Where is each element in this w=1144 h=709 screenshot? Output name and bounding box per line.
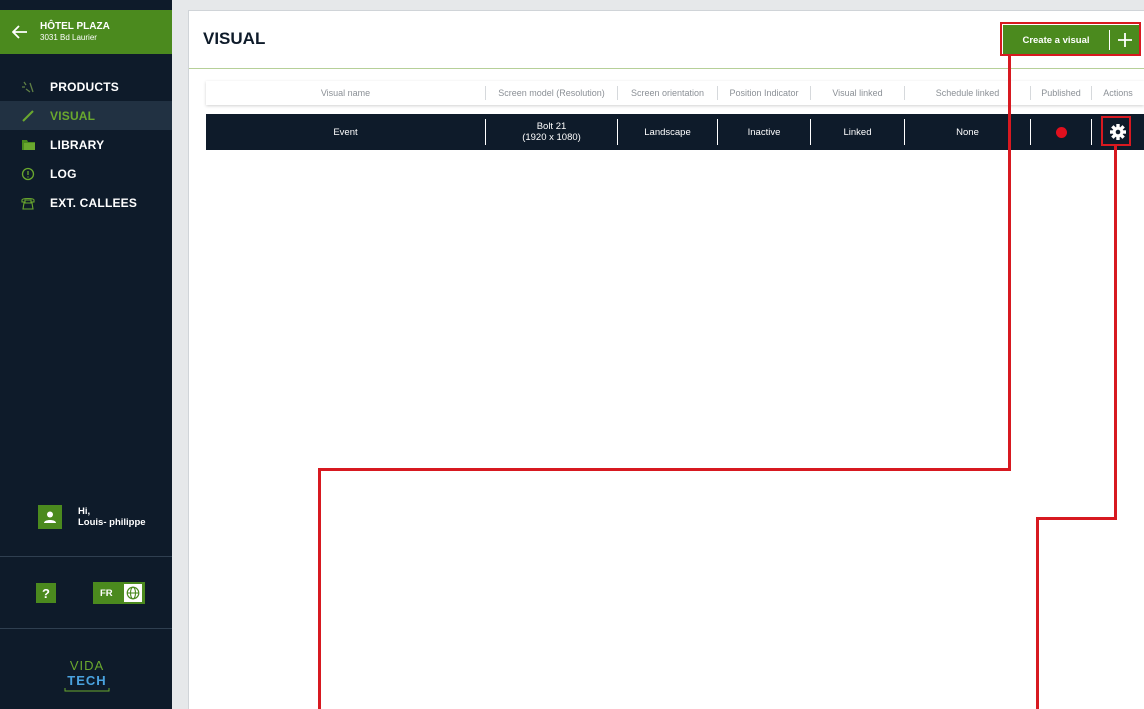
- visual-linked: Linked: [843, 126, 872, 138]
- create-button-highlight: [1000, 22, 1141, 56]
- column-position-indicator[interactable]: Position Indicator: [718, 86, 811, 100]
- folder-icon: [20, 137, 36, 153]
- cell-visual-name: Event: [206, 119, 486, 145]
- brand-line-1: VIDA: [70, 658, 104, 673]
- position-indicator: Inactive: [747, 126, 781, 138]
- globe-icon: [124, 584, 142, 602]
- hotel-address: 3031 Bd Laurier: [40, 33, 97, 42]
- title-underline: [189, 68, 1144, 69]
- callout-line: [1036, 517, 1039, 709]
- sidebar-item-label: LIBRARY: [50, 137, 105, 152]
- cell-schedule-linked: None: [905, 119, 1031, 145]
- cell-orientation: Landscape: [618, 119, 718, 145]
- table-header: Visual name Screen model (Resolution) Sc…: [206, 81, 1144, 105]
- alert-circle-icon: [20, 166, 36, 182]
- divider: [0, 628, 172, 629]
- callout-line: [1114, 146, 1117, 520]
- user-greeting: Hi,: [78, 506, 91, 517]
- user-name: Louis- philippe: [78, 517, 146, 528]
- column-actions: Actions: [1103, 88, 1133, 98]
- screen-resolution: (1920 x 1080): [522, 132, 581, 143]
- visual-name: Event: [333, 126, 358, 138]
- sidebar-item-label: LOG: [50, 166, 77, 181]
- sidebar-item-products[interactable]: PRODUCTS: [0, 72, 172, 101]
- user-icon: [44, 511, 56, 523]
- column-schedule-linked[interactable]: Schedule linked: [905, 86, 1031, 100]
- sidebar-item-library[interactable]: LIBRARY: [0, 130, 172, 159]
- hotel-name: HÔTEL PLAZA: [40, 21, 110, 32]
- column-visual-name[interactable]: Visual name: [206, 86, 486, 100]
- settings-button-highlight: [1101, 116, 1131, 146]
- cell-visual-linked: Linked: [811, 119, 905, 145]
- sidebar-item-ext-callees[interactable]: EXT. CALLEES: [0, 188, 172, 217]
- callout-line: [318, 468, 321, 709]
- published-status-dot[interactable]: [1055, 126, 1067, 138]
- vidatech-logo: VIDA TECH: [64, 658, 110, 692]
- sidebar-item-label: PRODUCTS: [50, 79, 119, 94]
- hotel-header: HÔTEL PLAZA 3031 Bd Laurier: [0, 10, 172, 54]
- column-screen-model[interactable]: Screen model (Resolution): [486, 86, 618, 100]
- language-label: FR: [100, 587, 113, 599]
- column-published[interactable]: Published: [1031, 86, 1092, 100]
- phone-icon: [20, 195, 36, 211]
- brush-icon: [20, 108, 36, 124]
- sidebar-item-label: VISUAL: [50, 108, 96, 123]
- help-button[interactable]: ?: [36, 583, 56, 603]
- callout-line: [318, 468, 1011, 471]
- avatar: [38, 505, 62, 529]
- language-button[interactable]: FR: [93, 582, 145, 604]
- divider: [0, 556, 172, 557]
- page-title: VISUAL: [203, 29, 266, 48]
- callout-line: [1036, 517, 1117, 520]
- sidebar-item-label: EXT. CALLEES: [50, 195, 138, 210]
- screen-orientation: Landscape: [644, 126, 691, 138]
- cell-position-indicator: Inactive: [718, 119, 811, 145]
- cell-screen-model: Bolt 21 (1920 x 1080): [486, 119, 618, 145]
- sparkle-icon: [20, 79, 36, 95]
- sidebar-item-visual[interactable]: VISUAL: [0, 101, 172, 130]
- sidebar: HÔTEL PLAZA 3031 Bd Laurier PRODUCTS VIS…: [0, 0, 172, 709]
- arrow-left-icon: [12, 25, 27, 39]
- cell-published: [1031, 119, 1092, 145]
- user-profile[interactable]: Hi, Louis- philippe: [38, 505, 146, 529]
- schedule-linked: None: [956, 126, 979, 138]
- main-panel: VISUAL Create a visual Visual name Scree…: [188, 10, 1144, 709]
- brand-line-2: TECH: [67, 673, 106, 688]
- sidebar-item-log[interactable]: LOG: [0, 159, 172, 188]
- back-button[interactable]: [0, 10, 40, 54]
- screen-model: Bolt 21: [536, 121, 567, 132]
- column-visual-linked[interactable]: Visual linked: [811, 86, 905, 100]
- table-row[interactable]: Event Bolt 21 (1920 x 1080) Landscape In…: [206, 114, 1144, 150]
- column-screen-orientation[interactable]: Screen orientation: [618, 86, 718, 100]
- sidebar-nav: PRODUCTS VISUAL LIBRARY LOG EXT. CALLEES: [0, 72, 172, 217]
- callout-line: [1008, 56, 1011, 471]
